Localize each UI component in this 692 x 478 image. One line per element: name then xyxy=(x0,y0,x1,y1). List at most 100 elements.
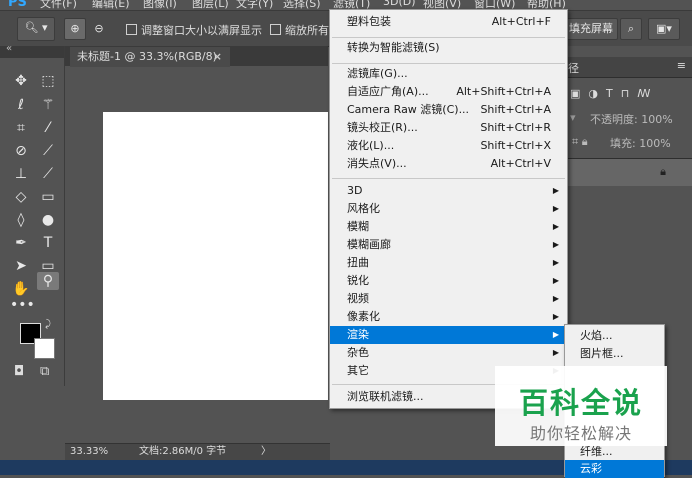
fill-screen-button[interactable]: 填充屏幕 xyxy=(564,18,618,40)
magnifier-icon: 🔍︎ ▾ xyxy=(24,21,48,34)
submenu-arrow-icon: ▶ xyxy=(552,204,559,213)
filter-menu-item[interactable]: 滤镜库(G)... xyxy=(330,65,567,83)
filter-menu-item[interactable]: 扭曲 ▶ xyxy=(330,254,567,272)
blend-dropdown-arrow[interactable]: ▾ xyxy=(570,111,576,124)
more-tools[interactable]: ••• xyxy=(10,296,35,314)
filter-menu-item[interactable]: 消失点(V)... Alt+Ctrl+V xyxy=(330,155,567,173)
move-tool[interactable]: ✥ xyxy=(10,72,32,90)
fill-control[interactable]: 填充: 100% xyxy=(610,135,671,151)
filter-menu-item[interactable]: 3D ▶ xyxy=(330,182,567,200)
filter-menu-item[interactable]: 视频 ▶ xyxy=(330,290,567,308)
menubar-item[interactable]: 文件(F) xyxy=(40,0,77,9)
swap-colors-icon[interactable]: ⤸ xyxy=(45,319,51,330)
menu-item-label: 塑料包装 xyxy=(347,15,391,28)
close-tab-icon[interactable]: × xyxy=(213,47,222,67)
blur-tool[interactable]: ◊ xyxy=(10,211,32,229)
dodge-tool[interactable]: ● xyxy=(37,211,59,229)
menu-item-shortcut: Shift+Ctrl+R xyxy=(480,121,551,134)
workspace-icon: ▣▾ xyxy=(656,22,672,35)
document-tab-title: 未标题-1 @ 33.3%(RGB/8) xyxy=(77,50,217,63)
menubar-item[interactable]: 图像(I) xyxy=(143,0,177,9)
toolbox-header[interactable]: « xyxy=(0,43,64,58)
menubar-item[interactable]: 滤镜(T) xyxy=(333,0,370,9)
document-canvas[interactable] xyxy=(103,112,328,400)
gradient-tool[interactable]: ▭ xyxy=(37,188,59,206)
zoom-out-button[interactable]: ⊖ xyxy=(88,18,110,40)
render-submenu-item[interactable]: 云彩 xyxy=(565,460,664,478)
filter-menu-item[interactable]: 锐化 ▶ xyxy=(330,272,567,290)
history-brush-tool[interactable]: ⟋ xyxy=(37,165,59,183)
menubar-item[interactable]: 选择(S) xyxy=(283,0,321,9)
filter-menu-item[interactable]: 塑料包装 Alt+Ctrl+F xyxy=(330,13,567,31)
menubar-item[interactable]: 窗口(W) xyxy=(474,0,515,9)
crop-icon: ⌗ xyxy=(17,120,25,136)
layer-filter-icons: ▣◑T⊓ꟿ xyxy=(564,84,692,106)
menu-separator xyxy=(332,178,565,179)
menu-item-label: 消失点(V)... xyxy=(347,157,407,170)
panel-menu-icon[interactable]: ≡ xyxy=(677,59,686,72)
submenu-arrow-icon: ▶ xyxy=(552,240,559,249)
lasso-tool[interactable]: ℓ xyxy=(10,96,32,114)
search-button[interactable]: ⌕ xyxy=(620,18,642,40)
crop-tool[interactable]: ⌗ xyxy=(10,119,32,137)
zoom-in-icon: ⊕ xyxy=(70,22,80,35)
filter-menu-item[interactable]: 液化(L)... Shift+Ctrl+X xyxy=(330,137,567,155)
magic-wand-tool[interactable]: ⚚ xyxy=(37,96,59,114)
layer-filter-icons-row[interactable]: ▣◑T⊓ꟿ xyxy=(570,87,659,100)
stamp-tool[interactable]: ⊥ xyxy=(10,165,32,183)
render-submenu-item[interactable]: 图片框... xyxy=(565,345,664,363)
zoom-tool[interactable]: ⚲ xyxy=(37,272,59,290)
background-color-swatch[interactable] xyxy=(34,338,55,359)
menu-item-label: 模糊 xyxy=(347,220,369,233)
screen-mode-icon[interactable]: ⧉ xyxy=(40,364,49,379)
lock-icons[interactable]: ⌗ 🔒︎ xyxy=(572,135,588,149)
menubar-item[interactable]: 视图(V) xyxy=(423,0,461,9)
resize-window-checkbox[interactable] xyxy=(126,24,137,35)
filter-menu-item[interactable]: 像素化 ▶ xyxy=(330,308,567,326)
status-menu-arrow[interactable]: 〉 xyxy=(261,444,271,460)
quick-mask-icon[interactable]: ◘ xyxy=(14,364,24,379)
filter-menu-item[interactable]: 转换为智能滤镜(S) xyxy=(330,39,567,57)
menu-item-label: 视频 xyxy=(347,292,369,305)
filter-menu-item[interactable]: 模糊 ▶ xyxy=(330,218,567,236)
search-icon: ⌕ xyxy=(627,22,635,35)
eyedropper-tool[interactable]: ⁄ xyxy=(37,119,59,137)
menubar-item[interactable]: 编辑(E) xyxy=(92,0,130,9)
filter-menu-item[interactable]: 镜头校正(R)... Shift+Ctrl+R xyxy=(330,119,567,137)
menubar-item[interactable]: 文字(Y) xyxy=(236,0,273,9)
render-submenu-item[interactable]: 火焰... xyxy=(565,327,664,345)
brush-icon: ⟋ xyxy=(43,143,53,159)
zoom-in-button[interactable]: ⊕ xyxy=(64,18,86,40)
menubar-item[interactable]: 3D(D) xyxy=(383,0,416,8)
dodge-icon: ● xyxy=(41,212,55,228)
watermark: 百科全说 助你轻松解决 xyxy=(495,366,667,446)
menu-item-label: Camera Raw 滤镜(C)... xyxy=(347,103,470,116)
filter-menu-item[interactable]: 模糊画廊 ▶ xyxy=(330,236,567,254)
filter-menu-item[interactable]: 自适应广角(A)... Alt+Shift+Ctrl+A xyxy=(330,83,567,101)
zoom-all-checkbox[interactable] xyxy=(270,24,281,35)
filter-menu-item[interactable]: 风格化 ▶ xyxy=(330,200,567,218)
menubar-item[interactable]: 图层(L) xyxy=(192,0,229,9)
background-layer-row[interactable]: 🔒︎ xyxy=(564,158,692,187)
type-tool[interactable]: T xyxy=(37,234,59,252)
filter-menu-item[interactable]: 渲染 ▶ xyxy=(330,326,567,344)
zoom-level[interactable]: 33.33% xyxy=(70,444,108,460)
history-brush-icon: ⟋ xyxy=(43,166,53,182)
menubar-item[interactable]: 帮助(H) xyxy=(527,0,566,9)
healing-tool[interactable]: ⊘ xyxy=(10,142,32,160)
path-selection-tool[interactable]: ➤ xyxy=(10,257,32,275)
brush-tool[interactable]: ⟋ xyxy=(37,142,59,160)
pen-tool[interactable]: ✒ xyxy=(10,234,32,252)
eraser-icon: ◇ xyxy=(15,189,27,205)
filter-menu-item[interactable]: 杂色 ▶ xyxy=(330,344,567,362)
document-tab[interactable]: 未标题-1 @ 33.3%(RGB/8) × xyxy=(70,47,230,67)
paths-tab[interactable]: 径 xyxy=(568,60,579,76)
move-icon: ✥ xyxy=(15,73,27,89)
tool-preset-picker[interactable]: 🔍︎ ▾ xyxy=(17,17,55,41)
eraser-tool[interactable]: ◇ xyxy=(10,188,32,206)
resize-window-label: 调整窗口大小以满屏显示 xyxy=(141,24,262,37)
marquee-tool[interactable]: ⬚ xyxy=(37,72,59,90)
opacity-control[interactable]: 不透明度: 100% xyxy=(590,111,673,127)
workspace-switcher[interactable]: ▣▾ xyxy=(648,18,680,40)
filter-menu-item[interactable]: Camera Raw 滤镜(C)... Shift+Ctrl+A xyxy=(330,101,567,119)
